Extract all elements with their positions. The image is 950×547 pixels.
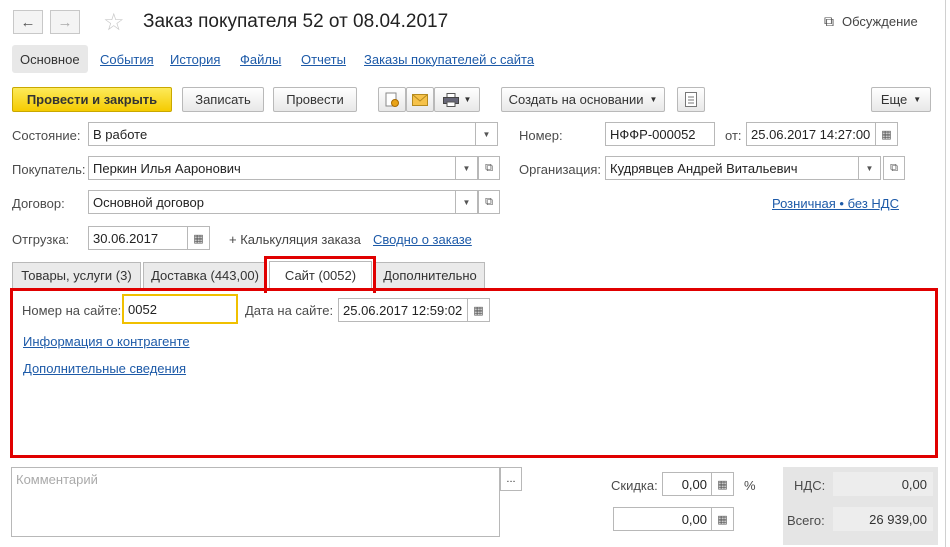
back-button[interactable]: ← [13,10,43,34]
discount-field[interactable]: 0,00 [662,472,712,496]
vat-label: НДС: [794,478,826,493]
chevron-down-icon: ▼ [913,95,922,104]
organization-label: Организация: [519,162,602,177]
tab-files[interactable]: Файлы [240,45,281,73]
extra-info-link[interactable]: Дополнительные сведения [23,361,186,376]
organization-dropdown-icon[interactable]: ▼ [859,156,881,180]
post-and-close-button[interactable]: Провести и закрыть [12,87,172,112]
organization-field[interactable]: Кудрявцев Андрей Витальевич [605,156,859,180]
report-icon [685,92,697,107]
tab-main[interactable]: Основное [12,45,88,73]
order-summary-link[interactable]: Сводно о заказе [373,232,472,247]
discount-label: Скидка: [611,478,658,493]
number-label: Номер: [519,128,563,143]
state-dropdown-icon[interactable]: ▼ [476,122,498,146]
create-based-on-button[interactable]: Создать на основании ▼ [501,87,665,112]
tab-goods-services[interactable]: Товары, услуги (3) [12,262,141,288]
window-border [945,0,946,547]
discussion-icon: ⧉ [824,13,834,29]
print-button[interactable]: ▼ [434,87,480,112]
envelope-icon [412,93,428,106]
tab-site-orders[interactable]: Заказы покупателей с сайта [364,45,534,73]
chevron-down-icon: ▼ [463,95,472,104]
arrow-right-icon: → [57,13,73,31]
discount-amount-field[interactable]: 0,00 [613,507,712,531]
date-from-label: от: [725,128,742,143]
site-number-field[interactable]: 0052 [122,294,238,324]
discussion-button[interactable]: ⧉ Обсуждение [824,13,918,30]
site-date-field[interactable]: 25.06.2017 12:59:02 [338,298,468,322]
document-structure-button[interactable] [378,87,406,112]
vat-value: 0,00 [833,472,933,496]
tab-reports[interactable]: Отчеты [301,45,346,73]
chevron-down-icon: ▼ [649,95,658,104]
contract-dropdown-icon[interactable]: ▼ [456,190,478,214]
contract-field[interactable]: Основной договор [88,190,456,214]
tab-events[interactable]: События [100,45,154,73]
buyer-label: Покупатель: [12,162,86,177]
calculator-icon[interactable]: ▦ [712,507,734,531]
star-icon[interactable]: ☆ [103,8,125,37]
contract-label: Договор: [12,196,65,211]
email-button[interactable] [406,87,434,112]
tab-delivery[interactable]: Доставка (443,00) [143,262,267,288]
arrow-left-icon: ← [20,13,36,31]
calendar-icon[interactable]: ▦ [468,298,490,322]
more-button[interactable]: Еще ▼ [871,87,931,112]
percent-sign: % [744,478,756,493]
post-button[interactable]: Провести [273,87,357,112]
site-date-label: Дата на сайте: [245,303,334,318]
save-button[interactable]: Записать [182,87,264,112]
tab-additional[interactable]: Дополнительно [375,262,485,288]
printer-icon [442,92,459,107]
document-structure-icon [385,92,399,107]
state-field[interactable]: В работе [88,122,476,146]
document-date-field[interactable]: 25.06.2017 14:27:00 [746,122,876,146]
contractor-info-link[interactable]: Информация о контрагенте [23,334,190,349]
total-value: 26 939,00 [833,507,933,531]
calendar-icon[interactable]: ▦ [876,122,898,146]
shipment-date-field[interactable]: 30.06.2017 [88,226,188,250]
report-button[interactable] [677,87,705,112]
comment-input[interactable]: Комментарий [11,467,500,537]
organization-open-icon[interactable]: ⧉ [883,156,905,180]
discussion-label: Обсуждение [842,14,918,29]
calendar-icon[interactable]: ▦ [188,226,210,250]
buyer-dropdown-icon[interactable]: ▼ [456,156,478,180]
buyer-field[interactable]: Перкин Илья Ааронович [88,156,456,180]
tab-history[interactable]: История [170,45,220,73]
forward-button[interactable]: → [50,10,80,34]
calculator-icon[interactable]: ▦ [712,472,734,496]
page-title: Заказ покупателя 52 от 08.04.2017 [143,11,449,32]
order-calculation-toggle[interactable]: + Калькуляция заказа [229,232,361,247]
state-label: Состояние: [12,128,81,143]
number-field[interactable]: НФФР-000052 [605,122,715,146]
total-label: Всего: [787,513,825,528]
buyer-open-icon[interactable]: ⧉ [478,156,500,180]
shipment-label: Отгрузка: [12,232,70,247]
price-type-link[interactable]: Розничная • без НДС [772,196,899,211]
contract-open-icon[interactable]: ⧉ [478,190,500,214]
comment-expand-button[interactable]: ... [500,467,522,491]
site-number-label: Номер на сайте: [22,303,122,318]
